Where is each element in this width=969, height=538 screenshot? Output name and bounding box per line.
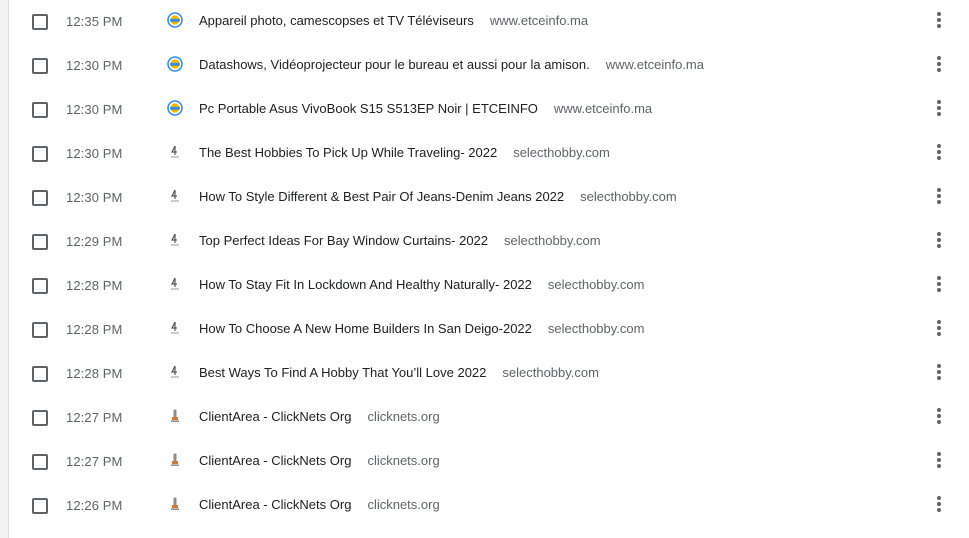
history-list: 12:35 PM Appareil photo, camescopses et …: [8, 0, 969, 538]
history-row[interactable]: 12:30 PM How To Style Different & Best P…: [9, 176, 969, 220]
visit-time: 12:35 PM: [66, 14, 123, 29]
page-domain: clicknets.org: [367, 409, 440, 424]
page-title: Best Ways To Find A Hobby That You’ll Lo…: [199, 365, 487, 380]
more-actions-icon[interactable]: [927, 140, 951, 164]
visit-time: 12:30 PM: [66, 102, 123, 117]
history-row[interactable]: 12:27 PM ClientArea - ClickNets Org click…: [9, 440, 969, 484]
page-title: ClientArea - ClickNets Org: [199, 497, 352, 512]
etceinfo-favicon-icon: [167, 56, 183, 72]
history-row[interactable]: 12:30 PM The Best Hobbies To Pick Up Whi…: [9, 132, 969, 176]
visit-time: 12:28 PM: [66, 322, 123, 337]
page-domain: www.etceinfo.ma: [553, 101, 653, 116]
page-title: How To Stay Fit In Lockdown And Healthy …: [199, 277, 532, 292]
page-domain: selecthobby.com: [580, 189, 677, 204]
history-row[interactable]: 12:35 PM Appareil photo, camescopses et …: [9, 0, 969, 44]
history-row[interactable]: 12:28 PM How To Choose A New Home Builde…: [9, 308, 969, 352]
visit-time: 12:26 PM: [66, 498, 123, 513]
page-domain: selecthobby.com: [504, 233, 601, 248]
selecthobby-favicon-icon: [167, 188, 183, 204]
selecthobby-favicon-icon: [167, 232, 183, 248]
more-actions-icon[interactable]: [927, 184, 951, 208]
etceinfo-favicon-icon: [167, 12, 183, 28]
row-checkbox[interactable]: [32, 14, 48, 30]
history-row[interactable]: 12:26 PM ClientArea - ClickNets Org click…: [9, 484, 969, 528]
more-actions-icon[interactable]: [927, 492, 951, 516]
row-checkbox[interactable]: [32, 102, 48, 118]
visit-time: 12:29 PM: [66, 234, 123, 249]
page-title: Top Perfect Ideas For Bay Window Curtain…: [199, 233, 489, 248]
more-actions-icon[interactable]: [927, 228, 951, 252]
history-entry-link[interactable]: The Best Hobbies To Pick Up While Travel…: [199, 145, 610, 160]
more-actions-icon[interactable]: [927, 52, 951, 76]
row-checkbox[interactable]: [32, 58, 48, 74]
more-actions-icon[interactable]: [927, 360, 951, 384]
selecthobby-favicon-icon: [167, 276, 183, 292]
visit-time: 12:28 PM: [66, 366, 123, 381]
row-checkbox[interactable]: [32, 498, 48, 514]
more-actions-icon[interactable]: [927, 448, 951, 472]
selecthobby-favicon-icon: [167, 320, 183, 336]
more-actions-icon[interactable]: [927, 404, 951, 428]
history-entry-link[interactable]: Top Perfect Ideas For Bay Window Curtain…: [199, 233, 601, 248]
row-checkbox[interactable]: [32, 146, 48, 162]
page-title: How To Style Different & Best Pair Of Je…: [199, 189, 565, 204]
history-row[interactable]: 12:27 PM ClientArea - ClickNets Org click…: [9, 396, 969, 440]
row-checkbox[interactable]: [32, 410, 48, 426]
page-title: The Best Hobbies To Pick Up While Travel…: [199, 145, 498, 160]
page-domain: www.etceinfo.ma: [489, 13, 589, 28]
visit-time: 12:27 PM: [66, 410, 123, 425]
row-checkbox[interactable]: [32, 454, 48, 470]
page-domain: selecthobby.com: [547, 321, 645, 336]
history-entry-link[interactable]: How To Choose A New Home Builders In San…: [199, 321, 644, 336]
row-checkbox[interactable]: [32, 190, 48, 206]
page-domain: selecthobby.com: [513, 145, 610, 160]
selecthobby-favicon-icon: [167, 364, 183, 380]
more-actions-icon[interactable]: [927, 96, 951, 120]
visit-time: 12:30 PM: [66, 190, 123, 205]
row-checkbox[interactable]: [32, 234, 48, 250]
row-checkbox[interactable]: [32, 278, 48, 294]
page-domain: selecthobby.com: [502, 365, 599, 380]
history-row[interactable]: 12:30 PM Datashows, Vidéoprojecteur pour…: [9, 44, 969, 88]
history-entry-link[interactable]: ClientArea - ClickNets Org clicknets.org: [199, 453, 440, 468]
history-row[interactable]: 12:28 PM How To Stay Fit In Lockdown And…: [9, 264, 969, 308]
page-title: ClientArea - ClickNets Org: [199, 409, 352, 424]
clicknets-favicon-icon: [167, 496, 183, 512]
history-entry-link[interactable]: Datashows, Vidéoprojecteur pour le burea…: [199, 57, 704, 72]
page-title: Pc Portable Asus VivoBook S15 S513EP Noi…: [199, 101, 538, 116]
history-entry-link[interactable]: How To Stay Fit In Lockdown And Healthy …: [199, 277, 644, 292]
page-domain: clicknets.org: [367, 497, 440, 512]
etceinfo-favicon-icon: [167, 100, 183, 116]
page-title: Appareil photo, camescopses et TV Télévi…: [199, 13, 474, 28]
more-actions-icon[interactable]: [927, 272, 951, 296]
row-checkbox[interactable]: [32, 322, 48, 338]
history-entry-link[interactable]: ClientArea - ClickNets Org clicknets.org: [199, 497, 440, 512]
row-checkbox[interactable]: [32, 366, 48, 382]
history-entry-link[interactable]: ClientArea - ClickNets Org clicknets.org: [199, 409, 440, 424]
selecthobby-favicon-icon: [167, 144, 183, 160]
history-row[interactable]: 12:29 PM Top Perfect Ideas For Bay Windo…: [9, 220, 969, 264]
page-title: Datashows, Vidéoprojecteur pour le burea…: [199, 57, 590, 72]
page-domain: www.etceinfo.ma: [605, 57, 704, 72]
clicknets-favicon-icon: [167, 452, 183, 468]
page-domain: clicknets.org: [367, 453, 440, 468]
page-title: How To Choose A New Home Builders In San…: [199, 321, 532, 336]
history-entry-link[interactable]: Appareil photo, camescopses et TV Télévi…: [199, 13, 588, 28]
history-row[interactable]: 12:30 PM Pc Portable Asus VivoBook S15 S…: [9, 88, 969, 132]
history-entry-link[interactable]: How To Style Different & Best Pair Of Je…: [199, 189, 677, 204]
visit-time: 12:27 PM: [66, 454, 123, 469]
page-title: ClientArea - ClickNets Org: [199, 453, 352, 468]
clicknets-favicon-icon: [167, 408, 183, 424]
visit-time: 12:30 PM: [66, 58, 123, 73]
visit-time: 12:28 PM: [66, 278, 123, 293]
visit-time: 12:30 PM: [66, 146, 123, 161]
more-actions-icon[interactable]: [927, 316, 951, 340]
page-domain: selecthobby.com: [547, 277, 645, 292]
history-row[interactable]: 12:28 PM Best Ways To Find A Hobby That …: [9, 352, 969, 396]
history-entry-link[interactable]: Best Ways To Find A Hobby That You’ll Lo…: [199, 365, 599, 380]
history-entry-link[interactable]: Pc Portable Asus VivoBook S15 S513EP Noi…: [199, 101, 652, 116]
more-actions-icon[interactable]: [927, 8, 951, 32]
